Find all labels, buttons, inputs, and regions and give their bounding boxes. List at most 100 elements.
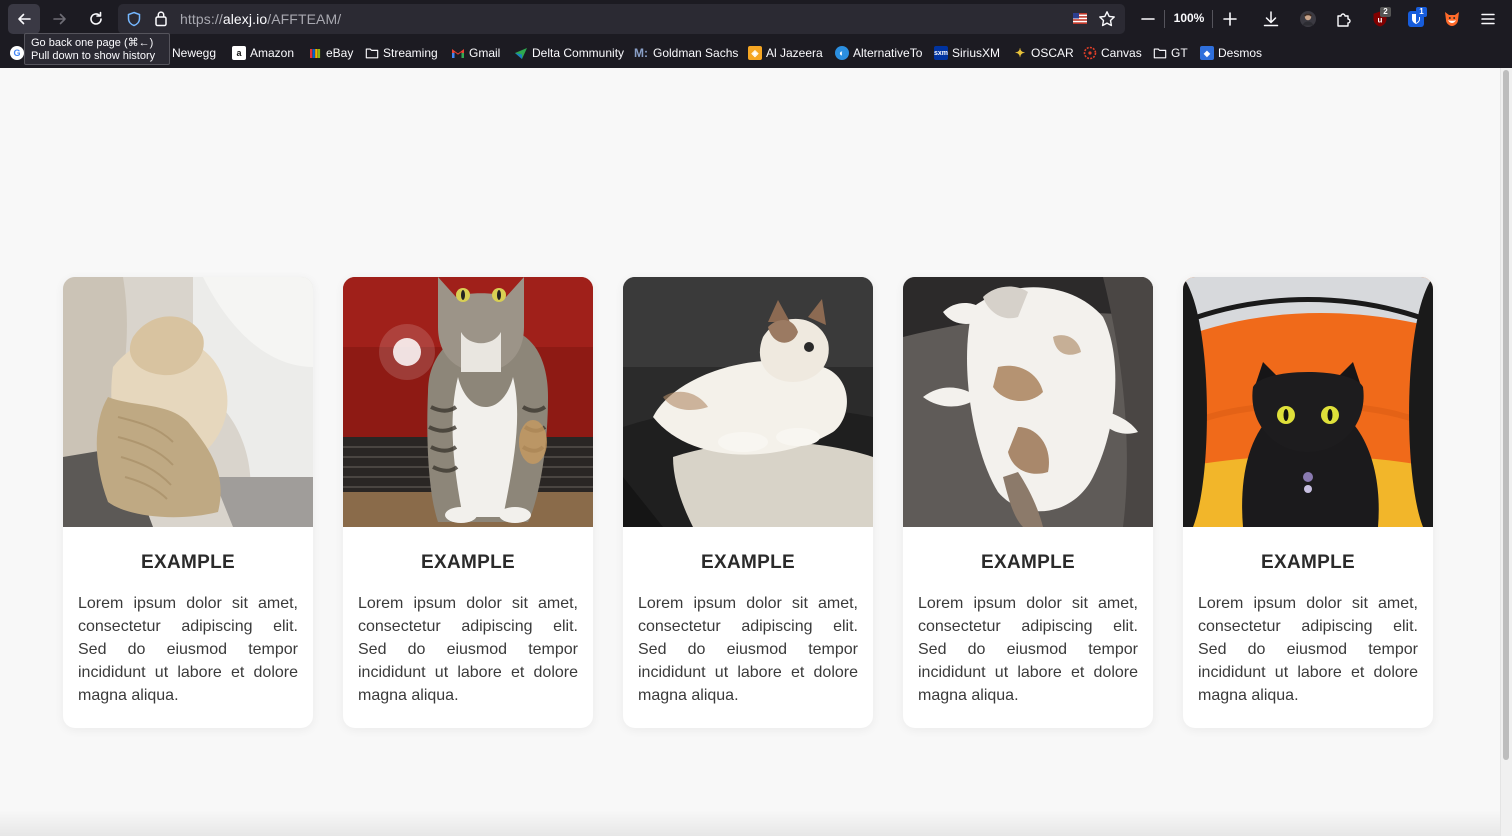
bookmark-delta-community[interactable]: Delta Community (514, 44, 624, 62)
page-viewport: EXAMPLE Lorem ipsum dolor sit amet, cons… (0, 68, 1512, 836)
extensions-button[interactable] (1328, 4, 1360, 34)
card-body: Lorem ipsum dolor sit amet, consectetur … (358, 595, 578, 704)
card-title: EXAMPLE (421, 552, 515, 573)
lock-icon[interactable] (154, 10, 168, 27)
delta-icon (514, 46, 528, 60)
bottom-shadow (0, 810, 1500, 836)
account-button[interactable] (1292, 4, 1324, 34)
card-image (63, 277, 313, 527)
card-title: EXAMPLE (141, 552, 235, 573)
zoom-out-button[interactable] (1132, 4, 1164, 34)
bookmark-label: GT (1171, 46, 1188, 60)
folder-icon (365, 46, 379, 60)
card-body: Lorem ipsum dolor sit amet, consectetur … (918, 595, 1138, 704)
minus-icon (1141, 18, 1155, 20)
card: EXAMPLE Lorem ipsum dolor sit amet, cons… (623, 277, 873, 728)
alternativeto-icon: ◐ (835, 46, 849, 60)
card: EXAMPLE Lorem ipsum dolor sit amet, cons… (1183, 277, 1433, 728)
puzzle-piece-icon (1337, 13, 1351, 27)
bookmark-google[interactable]: G (10, 44, 24, 62)
forward-button[interactable] (44, 4, 76, 34)
siriusxm-icon: sxm (934, 46, 948, 60)
card-row: EXAMPLE Lorem ipsum dolor sit amet, cons… (63, 277, 1433, 728)
bookmark-folder-gt[interactable]: GT (1153, 44, 1188, 62)
bookmark-amazon[interactable]: a Amazon (232, 44, 294, 62)
url-text[interactable]: https://alexj.io/AFFTEAM/ (180, 11, 341, 27)
url-path: /AFFTEAM/ (267, 11, 342, 27)
bookmark-al-jazeera[interactable]: ◈ Al Jazeera (748, 44, 823, 62)
bookmark-label: Canvas (1101, 46, 1142, 60)
tracking-protection-shield-icon[interactable] (126, 11, 142, 27)
bookmark-siriusxm[interactable]: sxm SiriusXM (934, 44, 1000, 62)
bookmark-folder-streaming[interactable]: Streaming (365, 44, 438, 62)
bookmark-alternativeto[interactable]: ◐ AlternativeTo (835, 44, 922, 62)
card-body: Lorem ipsum dolor sit amet, consectetur … (638, 595, 858, 704)
plus-icon (1223, 12, 1237, 26)
vertical-scrollbar[interactable] (1500, 68, 1512, 836)
bookmark-label: Al Jazeera (766, 46, 823, 60)
bitwarden-badge: 1 (1416, 7, 1427, 17)
fox-extension-button[interactable] (1436, 4, 1468, 34)
us-flag-icon[interactable] (1073, 13, 1087, 24)
amazon-icon: a (232, 46, 246, 60)
bookmark-ebay[interactable]: eBay (308, 44, 353, 62)
hamburger-menu-icon (1481, 13, 1495, 25)
bookmark-gmail[interactable]: Gmail (451, 44, 500, 62)
bookmark-label: Gmail (469, 46, 501, 60)
card-title: EXAMPLE (981, 552, 1075, 573)
card: EXAMPLE Lorem ipsum dolor sit amet, cons… (903, 277, 1153, 728)
url-scheme: https:// (180, 11, 223, 27)
gmail-icon (451, 46, 465, 60)
app-menu-button[interactable] (1472, 4, 1504, 34)
card-image (623, 277, 873, 527)
downloads-button[interactable] (1255, 4, 1287, 34)
bookmark-canvas[interactable]: Canvas (1083, 44, 1142, 62)
browser-toolbar: https://alexj.io/AFFTEAM/ 100% u 2 1 (0, 0, 1512, 38)
card-image (903, 277, 1153, 527)
bookmark-label: Newegg (172, 46, 217, 60)
back-button-tooltip: Go back one page (⌘←) Pull down to show … (24, 33, 170, 65)
back-button[interactable] (8, 4, 40, 34)
bookmark-star-icon[interactable] (1098, 10, 1116, 28)
browser-chrome: https://alexj.io/AFFTEAM/ 100% u 2 1 G N… (0, 0, 1512, 68)
reload-icon (90, 11, 102, 25)
bookmark-label: AlternativeTo (853, 46, 923, 60)
bookmark-label: eBay (326, 46, 354, 60)
bookmark-desmos[interactable]: ◆ Desmos (1200, 44, 1262, 62)
bookmark-label: Delta Community (532, 46, 625, 60)
bookmark-goldman-sachs[interactable]: M: Goldman Sachs (633, 44, 738, 62)
bookmark-label: SiriusXM (952, 46, 1001, 60)
folder-icon (1153, 46, 1167, 60)
avatar (1300, 11, 1316, 27)
fox-face-icon (1445, 12, 1459, 26)
zoom-level[interactable]: 100% (1166, 11, 1212, 25)
download-icon (1263, 11, 1279, 27)
card-body: Lorem ipsum dolor sit amet, consectetur … (78, 595, 298, 704)
bookmarks-toolbar: G Newegg a Amazon eBay Streaming Gmail D… (0, 40, 1512, 66)
scrollbar-thumb[interactable] (1503, 70, 1509, 760)
tooltip-line: Go back one page (⌘←) (31, 37, 154, 49)
zoom-in-button[interactable] (1214, 4, 1246, 34)
bookmark-label: Amazon (250, 46, 295, 60)
arrow-left-icon (18, 13, 31, 25)
bookmark-oscar[interactable]: ✦ OSCAR (1013, 44, 1074, 62)
bookmark-label: Streaming (383, 46, 438, 60)
al-jazeera-icon: ◈ (748, 46, 762, 60)
bookmark-label: OSCAR (1031, 46, 1074, 60)
ublock-extension-button[interactable]: u 2 (1364, 4, 1396, 34)
zoom-divider (1164, 10, 1165, 28)
ebay-icon (308, 46, 322, 60)
card-image (1183, 277, 1433, 527)
reload-button[interactable] (80, 4, 112, 34)
google-icon: G (10, 46, 24, 60)
url-bar[interactable]: https://alexj.io/AFFTEAM/ (118, 4, 1125, 34)
card: EXAMPLE Lorem ipsum dolor sit amet, cons… (63, 277, 313, 728)
goldman-sachs-icon: M: (634, 46, 648, 60)
card-image (343, 277, 593, 527)
card-body: Lorem ipsum dolor sit amet, consectetur … (1198, 595, 1418, 704)
bitwarden-extension-button[interactable]: 1 (1400, 4, 1432, 34)
ublock-badge: 2 (1380, 7, 1391, 17)
arrow-right-icon (53, 13, 66, 25)
bookmark-label: Desmos (1218, 46, 1263, 60)
bookmark-label: Goldman Sachs (653, 46, 739, 60)
